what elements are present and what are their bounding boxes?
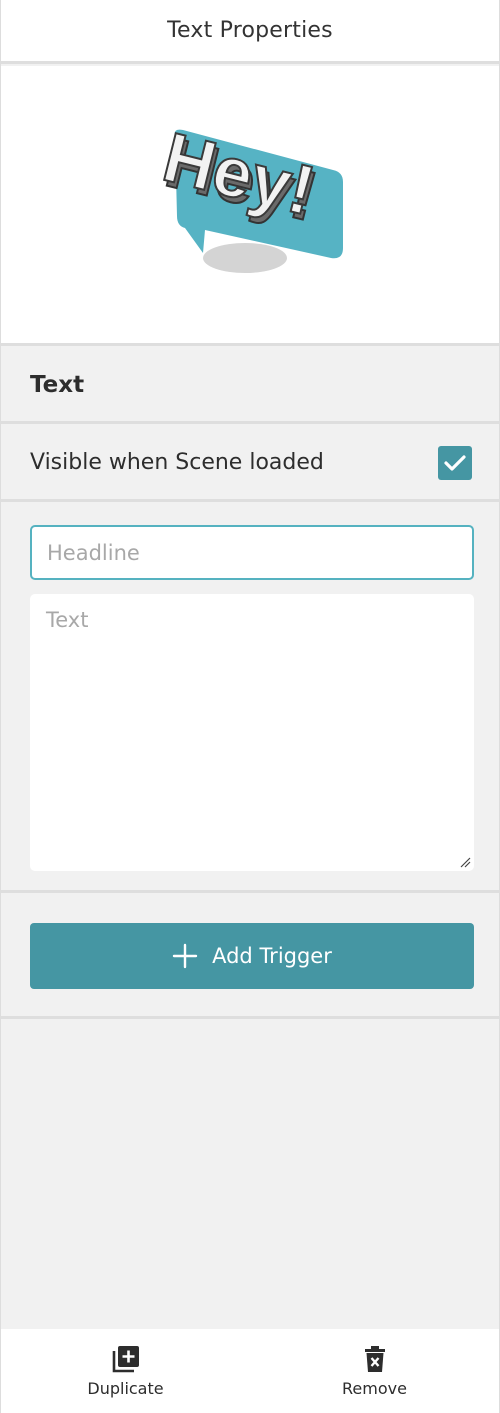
hey-speech-bubble-image: Hey! Hey! <box>155 116 343 273</box>
duplicate-button[interactable]: Duplicate <box>1 1329 250 1413</box>
panel-header: Text Properties <box>1 0 499 64</box>
remove-label: Remove <box>342 1378 407 1398</box>
plus-icon <box>172 943 198 969</box>
panel-title: Text Properties <box>167 18 333 43</box>
section-title: Text <box>30 371 85 398</box>
resize-handle-icon[interactable] <box>459 856 471 868</box>
add-trigger-button[interactable]: Add Trigger <box>30 923 474 989</box>
checkmark-icon <box>444 454 466 471</box>
preview-area: Hey! Hey! <box>1 66 499 346</box>
text-area[interactable] <box>30 594 474 871</box>
footer-toolbar: Duplicate Remove <box>1 1329 499 1413</box>
trash-icon <box>364 1345 385 1372</box>
visibility-checkbox[interactable] <box>438 445 472 480</box>
duplicate-icon <box>112 1345 139 1372</box>
add-trigger-label: Add Trigger <box>212 944 332 968</box>
shadow-ellipse <box>203 242 287 273</box>
trigger-section: Add Trigger <box>1 895 499 1019</box>
duplicate-label: Duplicate <box>87 1378 164 1398</box>
visibility-label: Visible when Scene loaded <box>30 450 324 475</box>
text-properties-panel: Text Properties Hey! Hey! Text Visible w… <box>0 0 500 1413</box>
remove-button[interactable]: Remove <box>250 1329 499 1413</box>
headline-input[interactable] <box>30 525 474 580</box>
visibility-row: Visible when Scene loaded <box>1 426 499 502</box>
section-header: Text <box>1 348 499 424</box>
text-fields-section <box>1 504 499 893</box>
